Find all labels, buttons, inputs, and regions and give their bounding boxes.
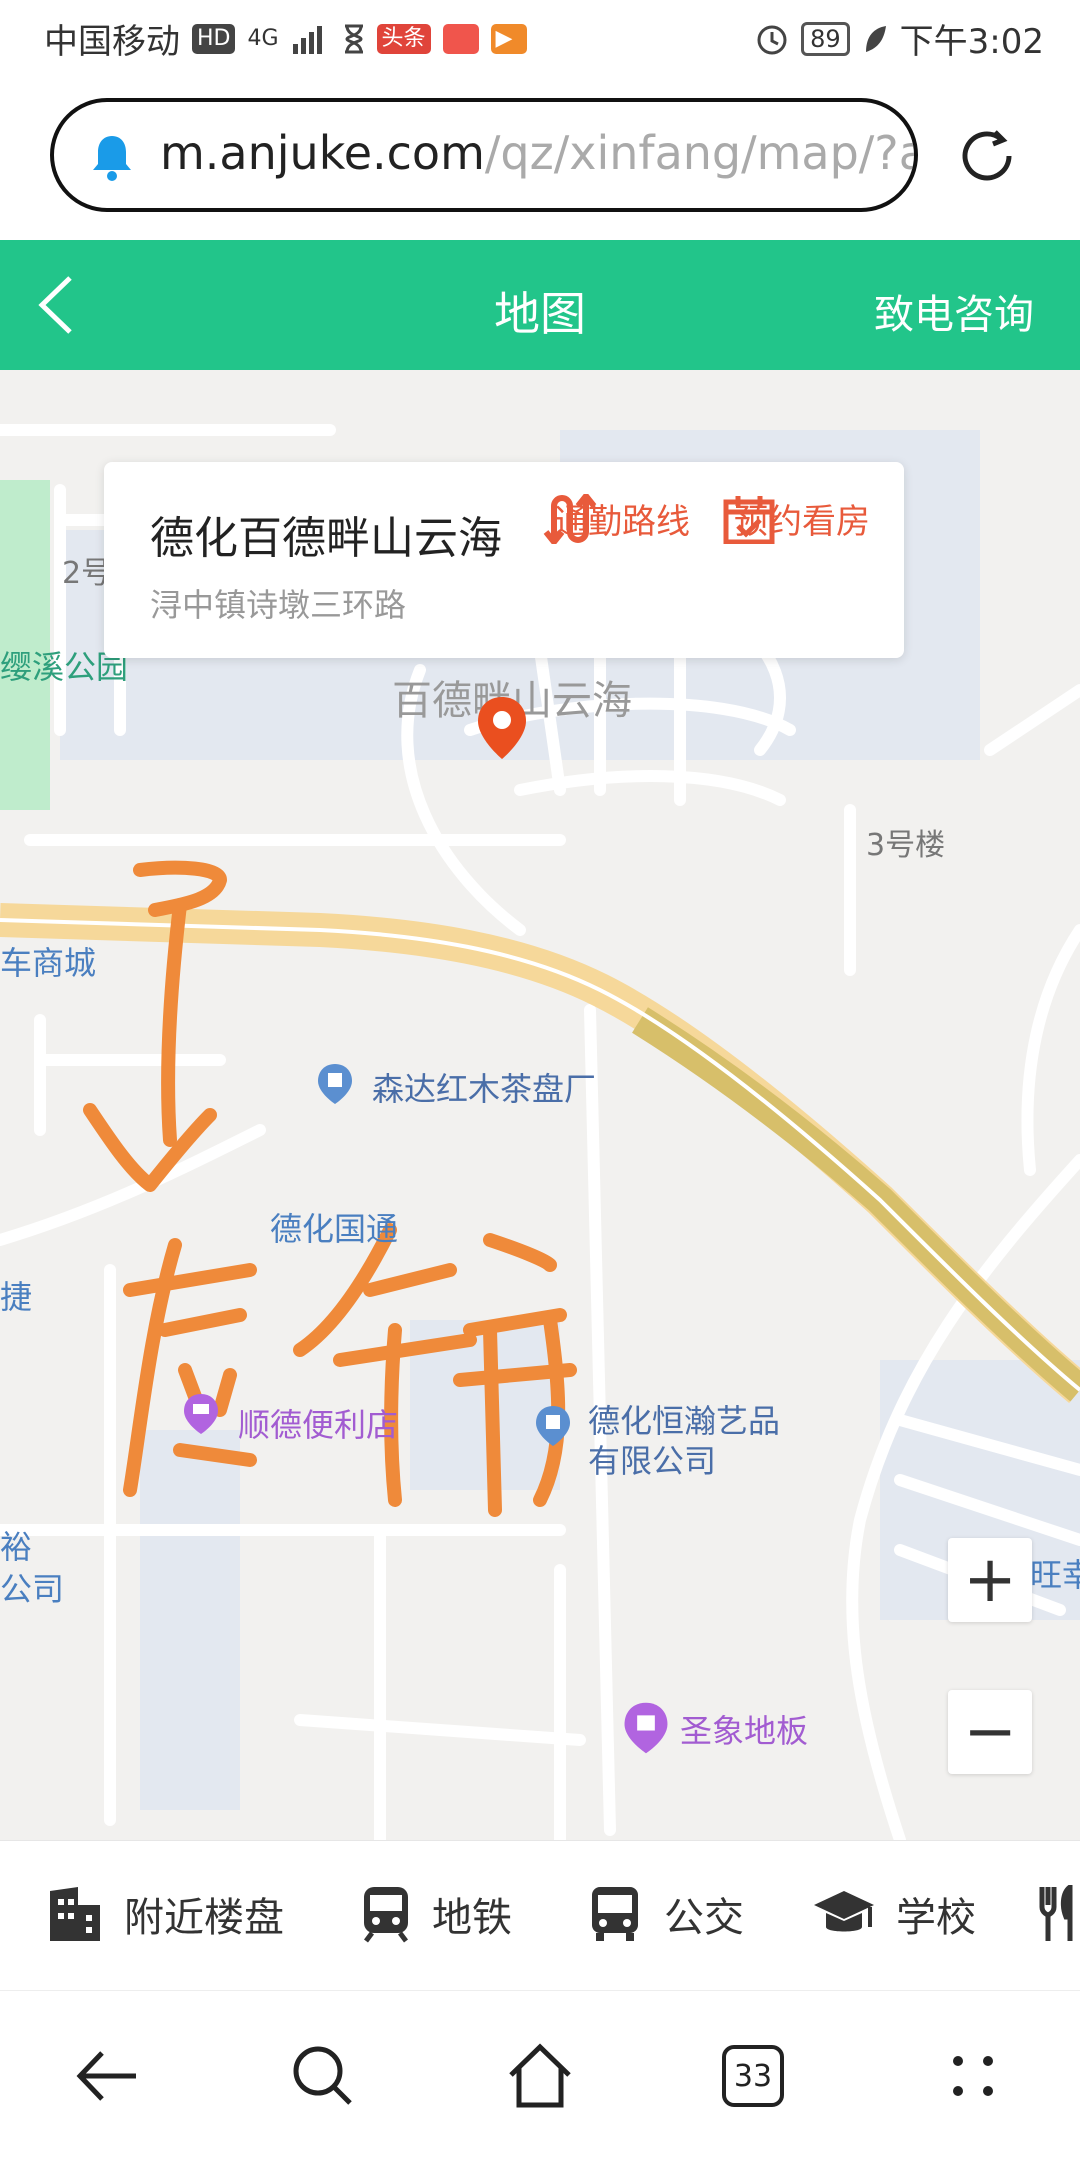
building-icon [50, 1887, 100, 1941]
search-icon[interactable] [288, 2041, 358, 2111]
signal-icon [292, 25, 322, 54]
poi-company-icon[interactable] [534, 1404, 572, 1448]
tab-nearby-buildings[interactable]: 附近楼盘 [46, 1885, 284, 1943]
page-header: 地图 致电咨询 [0, 240, 1080, 370]
restaurant-icon [1039, 1885, 1073, 1941]
school-icon [814, 1891, 874, 1932]
property-info-card[interactable]: 德化百德畔山云海 浔中镇诗墩三环路 通勤路线 预约看房 [104, 462, 904, 658]
calendar-check-icon [723, 496, 775, 544]
poi-category-tabs: 附近楼盘 地铁 公交 学校 [0, 1840, 1080, 1991]
hd-badge: HD [192, 23, 236, 54]
map-label-shunde-store: 顺德便利店 [238, 1406, 399, 1444]
alarm-icon [757, 25, 787, 54]
zoom-out-button[interactable]: − [948, 1690, 1032, 1774]
map-label-left-2: 公司 [0, 1570, 65, 1608]
poi-shop-icon[interactable] [622, 1700, 670, 1756]
property-address: 浔中镇诗墩三环路 [150, 586, 407, 624]
tab-label: 学校 [896, 1895, 976, 1941]
url-text[interactable]: m.anjuke.com/qz/xinfang/map/?ac [160, 126, 918, 180]
menu-icon[interactable] [938, 2041, 1008, 2111]
property-name: 德化百德畔山云海 [150, 513, 502, 564]
tabs-count-button[interactable]: 33 [722, 2045, 784, 2107]
map-label-dehua-guotong: 德化国通 [270, 1210, 399, 1248]
route-arrows-icon [543, 494, 597, 544]
map-label-hengye-2: 有限公司 [588, 1442, 717, 1480]
subway-icon [364, 1887, 408, 1943]
tab-restaurant[interactable] [1036, 1885, 1080, 1943]
book-viewing-button[interactable]: 预约看房 [722, 494, 882, 544]
tab-label: 地铁 [432, 1895, 512, 1941]
leaf-icon [865, 25, 886, 52]
url-path: /qz/xinfang/map/?ac [484, 126, 918, 180]
hourglass-icon [344, 24, 363, 53]
reload-icon[interactable] [955, 124, 1019, 188]
location-pin-icon[interactable] [474, 695, 530, 761]
status-bar: 中国移动 HD 4G 头条 ▶ 89 下午3:02 [0, 0, 1080, 72]
call-consult-button[interactable]: 致电咨询 [874, 282, 1034, 340]
map-label-floor-store: 圣象地板 [680, 1712, 809, 1750]
map-label-tea-factory: 森达红木茶盘厂 [372, 1070, 597, 1108]
home-icon[interactable] [505, 2041, 575, 2111]
video-app-icon: ▶ [490, 23, 527, 54]
bell-icon[interactable] [90, 132, 134, 182]
back-icon[interactable] [72, 2041, 142, 2111]
battery-indicator: 89 [801, 21, 850, 56]
block-sw [140, 1430, 240, 1810]
map-label-left-1: 裕 [0, 1528, 33, 1566]
commute-route-button[interactable]: 通勤路线 [542, 494, 702, 544]
tab-label: 公交 [664, 1895, 744, 1941]
tab-bus[interactable]: 公交 [586, 1885, 744, 1943]
address-bar[interactable]: m.anjuke.com/qz/xinfang/map/?ac [50, 98, 918, 212]
browser-nav-bar: 33 [0, 1990, 1080, 2161]
carrier-label: 中国移动 [44, 22, 180, 62]
map-label-building-3: 3号楼 [866, 828, 946, 863]
highway-bridge [632, 1007, 1080, 1402]
zoom-in-button[interactable]: + [948, 1538, 1032, 1622]
map-label-jie: 捷 [0, 1278, 33, 1316]
network-label: 4G [247, 26, 279, 51]
url-host: m.anjuke.com [160, 126, 485, 180]
bus-icon [592, 1887, 638, 1941]
map-label-wang: 旺幸 [1030, 1556, 1080, 1594]
clock: 下午3:02 [899, 22, 1044, 62]
tab-label: 附近楼盘 [124, 1895, 284, 1941]
tab-subway[interactable]: 地铁 [360, 1885, 512, 1943]
poi-store-icon[interactable] [182, 1392, 220, 1436]
tab-school[interactable]: 学校 [812, 1885, 976, 1943]
app-icon-2 [442, 23, 479, 54]
poi-office-icon[interactable] [316, 1062, 354, 1106]
news-app-badge: 头条 [376, 23, 431, 54]
map-label-car-mall: 车商城 [0, 944, 97, 982]
browser-toolbar: m.anjuke.com/qz/xinfang/map/?ac [0, 72, 1080, 240]
map-view[interactable]: 2号 缨溪公园 百德畔山云海 3号楼 车商城 森达红木茶盘厂 德化国通 捷 顺德… [0, 370, 1080, 1840]
